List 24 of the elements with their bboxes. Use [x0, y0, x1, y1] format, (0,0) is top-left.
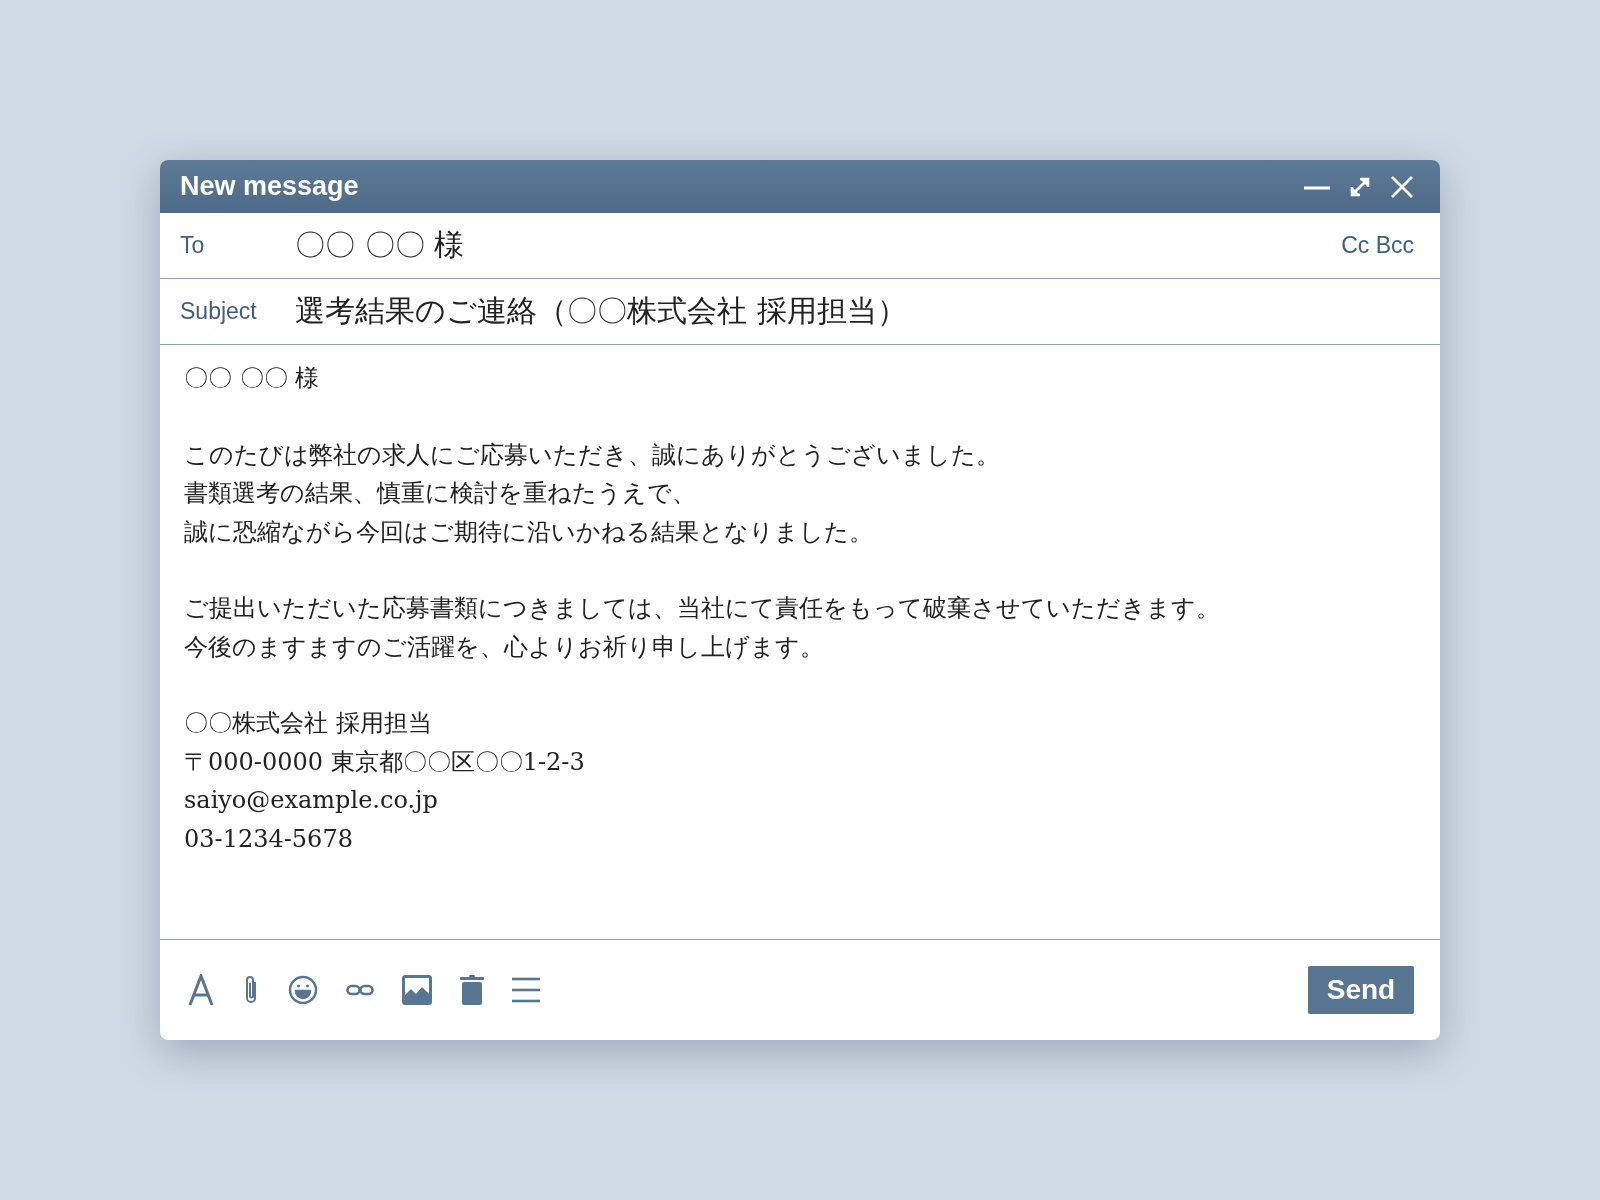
trash-icon[interactable] — [460, 975, 484, 1005]
smiley-icon[interactable] — [288, 975, 318, 1005]
to-label: To — [180, 232, 206, 259]
window-title: New message — [180, 171, 359, 202]
subject-field[interactable]: 選考結果のご連絡（〇〇株式会社 採用担当） — [295, 291, 1414, 332]
link-icon[interactable] — [346, 984, 374, 996]
subject-label: Subject — [180, 298, 258, 325]
body-text-line: このたびは弊社の求人にご応募いただき、誠にありがとうございました。 — [184, 439, 1001, 471]
body-text-line: 03-1234-5678 — [184, 823, 354, 855]
image-icon[interactable] — [402, 975, 432, 1005]
send-button[interactable]: Send — [1308, 966, 1414, 1014]
menu-icon[interactable] — [512, 977, 540, 1003]
body-text-line: 書類選考の結果、慎重に検討を重ねたうえで、 — [184, 478, 697, 509]
body-text-line: 〇〇 〇〇 様 — [184, 363, 321, 394]
body-text-line: 〇〇株式会社 採用担当 — [184, 708, 433, 739]
cc-bcc-link[interactable]: Cc Bcc — [1341, 232, 1414, 259]
text-format-icon[interactable] — [188, 974, 214, 1006]
close-icon[interactable] — [1390, 174, 1414, 199]
recipient-field[interactable]: 〇〇 〇〇 様 — [295, 225, 1342, 266]
body-text-line: 今後のますますのご活躍を、心よりお祈り申し上げます。 — [184, 631, 825, 663]
body-text-line: 誠に恐縮ながら今回はご期待に沿いかねる結果となりました。 — [184, 516, 874, 548]
body-text-line: 〒000-0000 東京都〇〇区〇〇1-2-3 — [184, 746, 586, 778]
body-text-line: ご提出いただいた応募書類につきましては、当社にて責任をもって破棄させていただきます。 — [184, 593, 1221, 624]
body-text-line: saiyo@example.co.jp — [184, 785, 439, 816]
